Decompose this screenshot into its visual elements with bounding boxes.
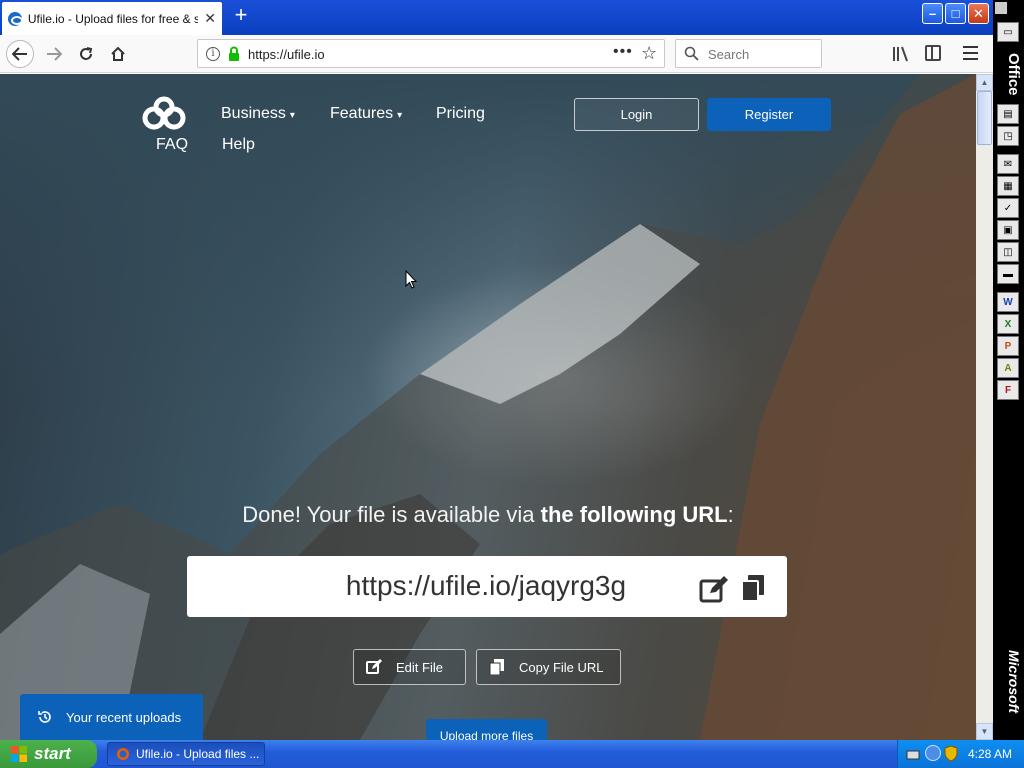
edit-icon[interactable]: [699, 575, 729, 603]
powerpoint-icon[interactable]: P: [997, 336, 1019, 356]
nav-business-label: Business: [221, 105, 286, 122]
windows-flag-icon: [11, 746, 27, 762]
copy-icon[interactable]: [741, 574, 765, 602]
history-icon: [38, 711, 51, 723]
url-text[interactable]: https://ufile.io: [248, 47, 325, 62]
taskbar-item-firefox[interactable]: Ufile.io - Upload files ...: [107, 742, 265, 766]
mail-icon[interactable]: ✉: [997, 154, 1019, 174]
file-url-link[interactable]: https://ufile.io/jaqyrg3g: [187, 570, 787, 602]
browser-window: Ufile.io - Upload files for free & sh ✕ …: [0, 0, 993, 740]
office-bar-menu-icon[interactable]: [995, 2, 1007, 14]
network-icon[interactable]: [925, 745, 941, 761]
info-icon[interactable]: i: [206, 47, 220, 61]
security-shield-icon[interactable]: [944, 745, 958, 762]
word-icon[interactable]: W: [997, 292, 1019, 312]
done-message-bold: the following URL: [540, 502, 728, 527]
home-icon: [111, 46, 125, 61]
forward-button[interactable]: [40, 40, 68, 68]
copy-file-url-label: Copy File URL: [519, 659, 604, 675]
binder-icon[interactable]: ▤: [997, 104, 1019, 124]
search-bar[interactable]: Search: [675, 39, 822, 68]
done-message-suffix: :: [727, 502, 734, 527]
keyboard-icon[interactable]: [906, 747, 920, 761]
vertical-scrollbar[interactable]: ▲ ▼: [976, 74, 993, 740]
star-icon[interactable]: ☆: [641, 43, 657, 64]
mountain-background-image: [0, 74, 976, 740]
recent-uploads-button[interactable]: Your recent uploads: [20, 694, 203, 740]
contact-icon[interactable]: ▣: [997, 220, 1019, 240]
note-icon[interactable]: ▬: [997, 264, 1019, 284]
file-url-box: https://ufile.io/jaqyrg3g: [187, 556, 787, 617]
maximize-button[interactable]: □: [945, 3, 966, 24]
clock: 4:28 AM: [968, 747, 1013, 761]
office-shortcut-bar: ▭ Office ▤ ◳ ✉ ▦ ✓ ▣ ◫ ▬ W X P A F Micro…: [993, 0, 1024, 740]
hamburger-menu-icon[interactable]: [963, 46, 978, 60]
new-tab-button[interactable]: +: [230, 4, 252, 26]
ufile-favicon-icon: [8, 11, 23, 26]
search-placeholder: Search: [708, 47, 750, 62]
edit-file-label: Edit File: [396, 659, 443, 675]
tab-title: Ufile.io - Upload files for free & sh: [27, 11, 199, 26]
nav-help[interactable]: Help: [222, 136, 255, 154]
login-button[interactable]: Login: [574, 98, 699, 131]
home-button[interactable]: [104, 40, 132, 68]
chevron-down-icon: ▾: [397, 110, 403, 121]
library-icon[interactable]: [892, 45, 910, 63]
close-window-button[interactable]: ✕: [968, 3, 989, 24]
navigation-toolbar: i https://ufile.io ••• ☆ Search: [0, 35, 993, 73]
ufile-logo-icon[interactable]: [140, 96, 188, 132]
recent-uploads-label: Your recent uploads: [66, 709, 182, 725]
page-content: Business ▾ Features ▾ Pricing FAQ Help Log…: [0, 74, 976, 740]
minimize-button[interactable]: –: [922, 3, 943, 24]
scroll-up-arrow-icon[interactable]: ▲: [976, 74, 993, 91]
edit-icon: [366, 659, 382, 674]
address-bar[interactable]: i https://ufile.io ••• ☆: [197, 39, 665, 68]
page-actions-dots-icon[interactable]: •••: [613, 43, 633, 61]
tab-ufile[interactable]: Ufile.io - Upload files for free & sh ✕: [2, 2, 222, 35]
chevron-down-icon: ▾: [289, 110, 295, 121]
excel-icon[interactable]: X: [997, 314, 1019, 334]
office-label: Office: [1005, 52, 1022, 96]
mouse-cursor-icon: [405, 270, 417, 289]
frontpage-icon[interactable]: F: [997, 380, 1019, 400]
done-message-prefix: Done! Your file is available via: [242, 502, 541, 527]
microsoft-label: Microsoft: [1006, 650, 1022, 713]
nav-pricing[interactable]: Pricing: [436, 105, 485, 123]
reload-icon: [80, 47, 93, 60]
nav-features-label: Features: [330, 105, 394, 122]
nav-features[interactable]: Features ▾: [330, 105, 402, 123]
forward-arrow-icon: [47, 47, 62, 61]
start-label: start: [34, 744, 71, 763]
copy-file-url-button[interactable]: Copy File URL: [476, 649, 621, 685]
lock-icon: [229, 46, 239, 61]
nav-business[interactable]: Business ▾: [221, 105, 295, 123]
upload-more-files-button[interactable]: Upload more files: [426, 719, 547, 740]
sidebar-icon[interactable]: [925, 45, 941, 61]
copy-icon: [489, 659, 504, 675]
scroll-thumb[interactable]: [977, 91, 992, 145]
reload-button[interactable]: [72, 40, 100, 68]
search-icon: [684, 46, 699, 61]
system-tray: 4:28 AM: [897, 740, 1024, 768]
scroll-down-arrow-icon[interactable]: ▼: [976, 723, 993, 740]
back-arrow-icon: [12, 47, 27, 61]
folder-icon[interactable]: ▭: [997, 22, 1019, 42]
taskbar-item-label: Ufile.io - Upload files ...: [136, 747, 260, 761]
access-icon[interactable]: A: [997, 358, 1019, 378]
nav-faq[interactable]: FAQ: [156, 136, 188, 154]
back-button[interactable]: [6, 40, 34, 68]
new-doc-icon[interactable]: ◳: [997, 126, 1019, 146]
journal-icon[interactable]: ◫: [997, 242, 1019, 262]
task-icon[interactable]: ✓: [997, 198, 1019, 218]
tab-strip: Ufile.io - Upload files for free & sh ✕ …: [0, 0, 993, 35]
calendar-icon[interactable]: ▦: [997, 176, 1019, 196]
edit-file-button[interactable]: Edit File: [353, 649, 466, 685]
upload-done-message: Done! Your file is available via the fol…: [0, 502, 976, 528]
firefox-icon: [117, 748, 129, 760]
start-button[interactable]: start: [0, 740, 97, 768]
taskbar: start Ufile.io - Upload files ... 4:28 A…: [0, 740, 1024, 768]
register-button[interactable]: Register: [707, 98, 831, 131]
tab-close-icon[interactable]: ✕: [204, 10, 216, 27]
